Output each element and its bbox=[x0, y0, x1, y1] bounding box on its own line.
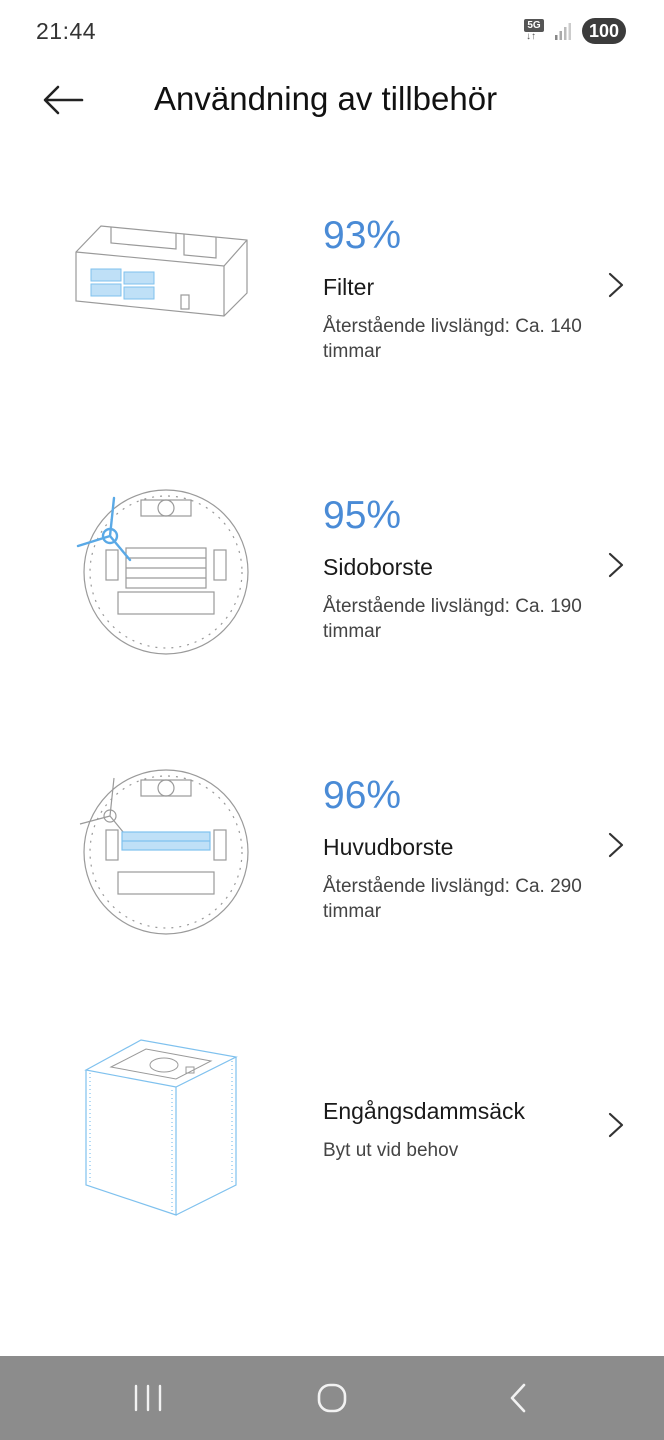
page-title: Användning av tillbehör bbox=[154, 80, 498, 117]
arrow-left-icon bbox=[43, 85, 84, 115]
status-bar: 21:44 5G ↓↑ 100 bbox=[0, 0, 664, 62]
accessory-name: Filter bbox=[323, 274, 375, 300]
accessory-item-dust-bag[interactable]: Engångsdammsäck Byt ut vid behov bbox=[0, 1030, 664, 1290]
chevron-right-icon bbox=[608, 272, 624, 298]
status-icons: 5G ↓↑ 100 bbox=[524, 16, 626, 46]
header: Användning av tillbehör bbox=[0, 62, 664, 142]
dust-bag-illustration bbox=[66, 1035, 256, 1225]
percent-label: 93% bbox=[323, 214, 402, 257]
remaining-life-text: Återstående livslängd: Ca. 290 timmar bbox=[323, 876, 582, 922]
replace-hint-text: Byt ut vid behov bbox=[323, 1140, 459, 1161]
recent-apps-icon bbox=[134, 1384, 162, 1412]
main-brush-illustration bbox=[66, 760, 256, 950]
accessory-item-side-brush[interactable]: 95% Sidoborste Återstående livslängd: Ca… bbox=[0, 470, 664, 730]
chevron-right-icon bbox=[608, 1112, 624, 1138]
accessory-item-main-brush[interactable]: 96% Huvudborste Återstående livslängd: C… bbox=[0, 750, 664, 1010]
network-5g-icon: 5G ↓↑ bbox=[524, 19, 544, 43]
battery-indicator: 100 bbox=[582, 18, 626, 44]
filter-illustration bbox=[66, 195, 256, 385]
remaining-life-text: Återstående livslängd: Ca. 190 timmar bbox=[323, 596, 582, 642]
remaining-life-text: Återstående livslängd: Ca. 140 timmar bbox=[323, 316, 582, 362]
percent-label: 96% bbox=[323, 774, 402, 817]
back-icon bbox=[510, 1383, 526, 1413]
accessory-item-filter[interactable]: 93% Filter Återstående livslängd: Ca. 14… bbox=[0, 190, 664, 450]
status-time: 21:44 bbox=[36, 18, 97, 44]
chevron-right-icon bbox=[608, 832, 624, 858]
home-button[interactable] bbox=[310, 1378, 354, 1418]
system-nav-bar bbox=[0, 1356, 664, 1440]
nav-back-button[interactable] bbox=[496, 1378, 540, 1418]
chevron-right-icon bbox=[608, 552, 624, 578]
accessory-name: Sidoborste bbox=[323, 554, 433, 580]
data-arrows-icon: ↓↑ bbox=[526, 31, 536, 42]
signal-icon bbox=[555, 23, 571, 40]
accessory-name: Huvudborste bbox=[323, 834, 454, 860]
side-brush-illustration bbox=[66, 480, 256, 670]
recent-apps-button[interactable] bbox=[126, 1378, 170, 1418]
home-icon bbox=[317, 1383, 347, 1413]
back-button[interactable] bbox=[38, 80, 86, 120]
percent-label: 95% bbox=[323, 494, 402, 537]
accessory-name: Engångsdammsäck bbox=[323, 1098, 525, 1124]
